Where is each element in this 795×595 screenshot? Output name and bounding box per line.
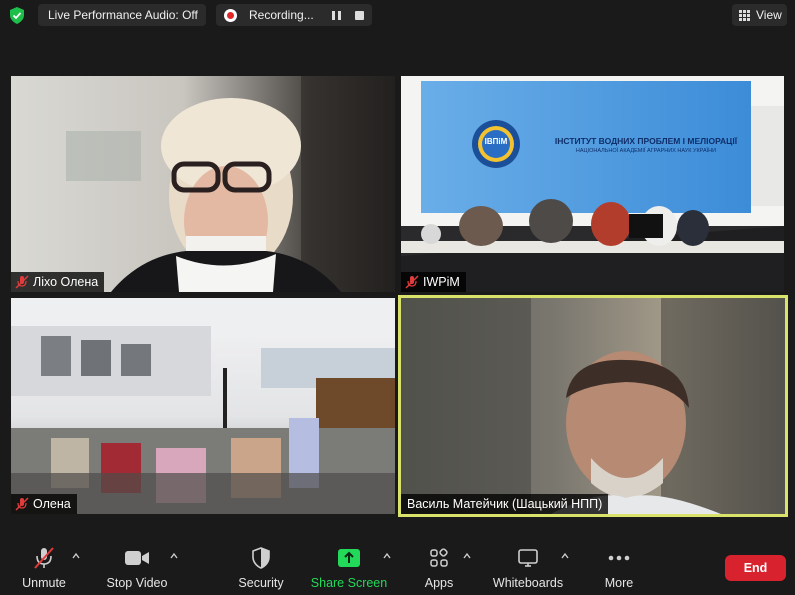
shield-check-icon[interactable] — [9, 7, 25, 24]
grid-view-icon — [739, 9, 750, 21]
apps-button[interactable]: Apps — [420, 546, 458, 592]
view-button[interactable]: View — [732, 4, 787, 26]
security-shield-icon — [252, 547, 270, 569]
mic-muted-icon — [405, 275, 419, 289]
stop-recording-icon[interactable] — [354, 10, 364, 20]
participant-name-tag: IWPiM — [401, 272, 466, 292]
apps-icon — [430, 548, 448, 567]
stop-video-label: Stop Video — [106, 576, 168, 590]
live-audio-status[interactable]: Live Performance Audio: Off — [38, 4, 206, 26]
recording-label: Recording... — [249, 8, 314, 22]
live-audio-status-label: Live Performance Audio: Off — [48, 8, 198, 22]
participant-name-tag: Олена — [11, 494, 77, 514]
room-banner: ІНСТИТУТ ВОДНИХ ПРОБЛЕМ І МЕЛІОРАЦІЇ НАЦ… — [551, 136, 741, 154]
room-banner-title: ІНСТИТУТ ВОДНИХ ПРОБЛЕМ І МЕЛІОРАЦІЇ — [554, 136, 738, 146]
whiteboards-button[interactable]: Whiteboards — [493, 546, 563, 592]
video-tile-active-speaker[interactable]: Василь Матейчик (Шацький НПП) — [398, 295, 788, 517]
unmute-button[interactable]: Unmute — [21, 546, 67, 592]
security-label: Security — [238, 576, 284, 590]
security-button[interactable]: Security — [237, 546, 285, 592]
whiteboard-icon — [518, 549, 538, 567]
more-label: More — [604, 576, 634, 590]
chevron-up-icon[interactable] — [72, 552, 80, 560]
unmute-label: Unmute — [22, 576, 66, 590]
room-banner-subtitle: НАЦІОНАЛЬНОЇ АКАДЕМІЇ АГРАРНИХ НАУК УКРА… — [575, 148, 717, 154]
chevron-up-icon[interactable] — [463, 552, 471, 560]
recording-icon — [224, 8, 237, 22]
chevron-up-icon[interactable] — [383, 552, 391, 560]
participant-name: Олена — [33, 497, 71, 511]
participant-name-tag: Ліхо Олена — [11, 272, 105, 292]
share-screen-button[interactable]: Share Screen — [310, 546, 388, 592]
stop-video-button[interactable]: Stop Video — [106, 546, 168, 592]
share-screen-label: Share Screen — [310, 576, 388, 590]
participant-name: IWPiM — [423, 275, 460, 289]
whiteboards-label: Whiteboards — [492, 576, 564, 590]
meeting-top-bar: Live Performance Audio: Off Recording...… — [0, 0, 795, 30]
participant-name: Василь Матейчик (Шацький НПП) — [407, 497, 603, 511]
mic-muted-icon — [15, 497, 29, 511]
more-button[interactable]: More — [603, 546, 635, 592]
participant-video — [401, 298, 785, 514]
mic-muted-icon — [15, 275, 29, 289]
recording-controls: Recording... — [216, 4, 372, 26]
share-screen-icon — [338, 549, 360, 567]
participant-video — [401, 76, 784, 292]
pause-recording-icon[interactable] — [331, 10, 341, 20]
video-tile-1[interactable]: Ліхо Олена — [11, 76, 395, 292]
participant-video — [11, 298, 395, 514]
room-banner-logo-text: ІВПіМ — [484, 137, 508, 146]
video-camera-icon — [125, 551, 149, 565]
apps-label: Apps — [424, 576, 454, 590]
more-dots-icon — [608, 555, 630, 561]
meeting-toolbar: Unmute Stop Video Security Share Screen … — [0, 540, 795, 595]
chevron-up-icon[interactable] — [561, 552, 569, 560]
mic-off-icon — [34, 547, 54, 569]
view-label: View — [756, 8, 782, 22]
end-meeting-button[interactable]: End — [725, 555, 786, 581]
participant-name-tag: Василь Матейчик (Шацький НПП) — [401, 494, 609, 514]
chevron-up-icon[interactable] — [170, 552, 178, 560]
participant-video — [66, 76, 395, 292]
end-label: End — [743, 561, 768, 575]
video-tile-2[interactable]: ІНСТИТУТ ВОДНИХ ПРОБЛЕМ І МЕЛІОРАЦІЇ НАЦ… — [401, 76, 784, 292]
video-tile-3[interactable]: Олена — [11, 298, 395, 514]
participant-name: Ліхо Олена — [33, 275, 99, 289]
